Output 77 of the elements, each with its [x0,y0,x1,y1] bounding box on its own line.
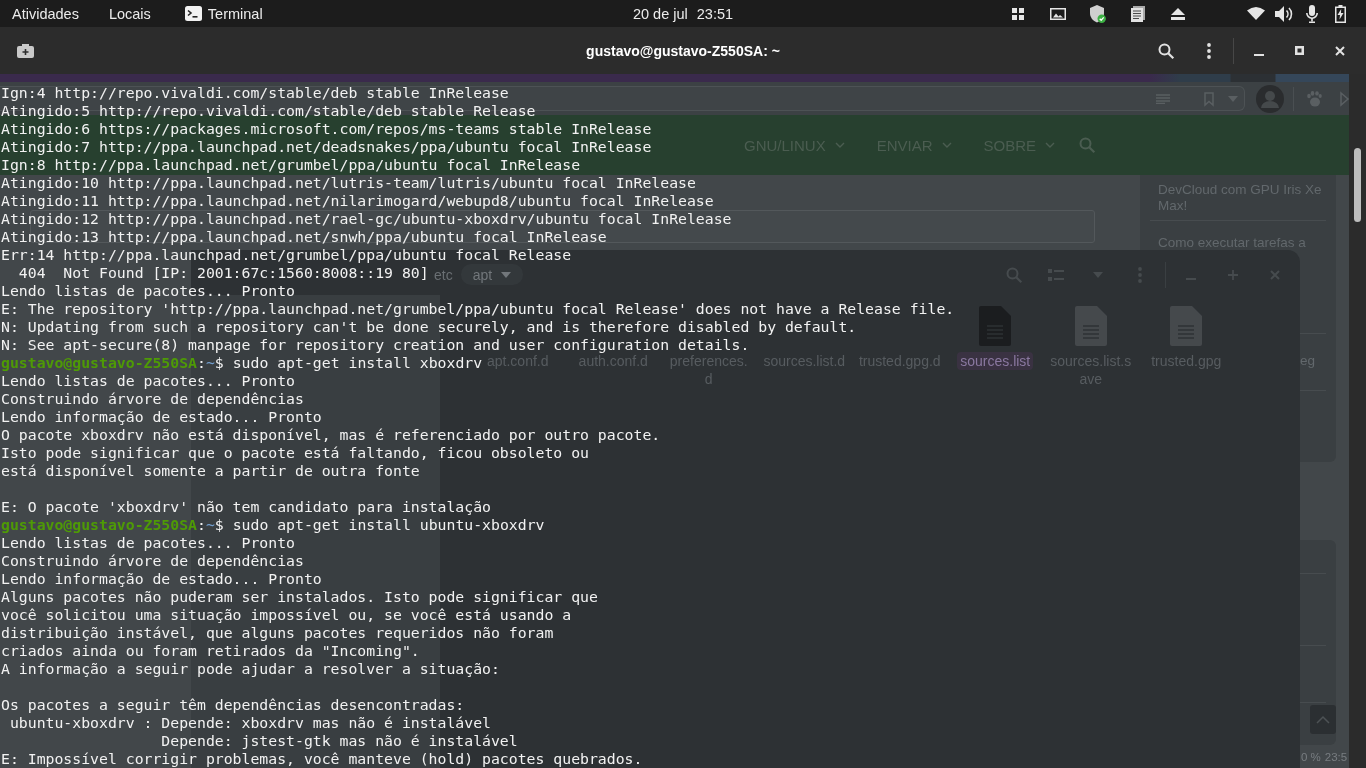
terminal-line: Atingido:7 http://ppa.launchpad.net/deadsnakes/ppa/ubuntu focal InRelease [1,138,652,156]
terminal-line: Alguns pacotes não puderam ser instalados. Isto pode significar que [1,588,598,606]
path-button[interactable]: etc [432,264,455,285]
terminal-line: você solicitou uma situação impossível ou, se você está usando a [1,606,572,624]
shield-check-icon[interactable] [1090,4,1106,23]
terminal-line: E: The repository 'http://ppa.launchpad.net/grumbel/ppa/ubuntu focal Release' does not have a Release file. [1,300,955,318]
terminal-line: Atingido:6 https://packages.microsoft.com/repos/ms-teams stable InRelease [1,120,652,138]
scrollbar[interactable] [1349,74,1366,768]
terminal-line: Atingido:12 http://ppa.launchpad.net/rael-gc/ubuntu-xboxdrv/ubuntu focal InRelease [1,210,732,228]
text-lines-icon[interactable] [1156,93,1170,104]
volume-icon[interactable] [1275,5,1293,22]
chevron-down-icon[interactable] [1045,142,1056,148]
chevron-down-icon[interactable] [941,142,952,148]
terminal-line: Lendo informação de estado... Pronto [1,408,322,426]
caret-down-icon[interactable] [501,271,512,278]
terminal-line: está disponível somente a partir de outra fonte [1,462,420,480]
scroll-to-top-button[interactable] [1310,705,1336,734]
terminal-line: E: Impossível corrigir problemas, você manteve (hold) pacotes quebrados. [1,750,643,768]
list-view-icon[interactable] [1048,268,1064,281]
terminal-line: Os pacotes a seguir têm dependências desencontradas: [1,696,465,714]
terminal-line: N: Updating from such a repository can't be done securely, and is therefore disabled by default. [1,318,857,336]
terminal-line: Atingido:11 http://ppa.launchpad.net/nilarimogard/webupd8/ubuntu focal InRelease [1,192,714,210]
caret-down-icon[interactable] [1093,271,1103,278]
terminal-line: ubuntu-xboxdrv : Depende: xboxdrv mas não é instalável [8,714,491,732]
plus-icon[interactable] [1228,269,1238,280]
document-icon[interactable] [1170,306,1203,346]
apps-grid-icon[interactable] [1012,7,1024,20]
paw-icon[interactable] [1306,90,1322,107]
chevron-down-icon[interactable] [834,142,845,148]
terminal-line: Lendo listas de pacotes... Pronto [1,534,295,552]
caret-down-icon[interactable] [1228,95,1238,102]
terminal-line: Lendo informação de estado... Pronto [1,570,322,588]
play-icon[interactable] [1340,91,1349,106]
wifi-icon[interactable] [1247,7,1265,20]
terminal-line: Err:14 http://ppa.launchpad.net/grumbel/ppa/ubuntu focal Release [1,246,572,264]
terminal-line: Lendo listas de pacotes... Pronto [1,372,295,390]
file-item[interactable]: sources.list [957,295,1034,370]
image-icon[interactable] [1050,7,1066,20]
prompt-line: gustavo@gustavo-Z550SA:~$ sudo apt-get install ubuntu-xboxdrv [1,516,545,534]
app-menu-button[interactable]: Terminal [172,0,275,27]
terminal-line: Atingido:5 http://repo.vivaldi.com/stable/deb stable Release [1,102,536,120]
chevron-up-icon[interactable] [1316,715,1330,724]
path-button[interactable]: apt [460,264,524,285]
menu-icon[interactable] [1207,42,1211,59]
microphone-icon[interactable] [1306,4,1318,23]
activities-button[interactable]: Atividades [0,0,91,27]
terminal-line: Construindo árvore de dependências [1,390,304,408]
terminal-line: O pacote xboxdrv não está disponível, mas é referenciado por outro pacote. [1,426,661,444]
terminal-line: N: See apt-secure(8) manpage for repository creation and user configuration details. [1,336,750,354]
terminal-line: Depende: jstest-gtk mas não é instalável [160,732,518,750]
terminal-line: Lendo listas de pacotes... Pronto [1,282,295,300]
bookmark-icon[interactable] [1204,91,1214,106]
terminal-line: E: O pacote 'xboxdrv' não tem candidato para instalação [1,498,491,516]
documents-icon[interactable] [1131,5,1145,22]
terminal-line: A informação a seguir pode ajudar a resolver a situação: [1,660,500,678]
search-icon[interactable] [1158,42,1174,59]
document-icon[interactable] [1074,306,1107,346]
terminal-line: Ign:4 http://repo.vivaldi.com/stable/deb stable InRelease [1,84,509,102]
eject-icon[interactable] [1171,7,1185,20]
window-title: gustavo@gustavo-Z550SA: ~ [586,42,780,59]
maximize-icon[interactable] [1294,46,1304,55]
avatar-icon[interactable] [1256,84,1284,113]
terminal-line: Isto pode significar que o pacote está faltando, ficou obsoleto ou [1,444,589,462]
terminal-line: criados ainda ou foram retirados da "Incoming". [1,642,420,660]
terminal-icon[interactable] [184,6,202,21]
terminal-line: Atingido:10 http://ppa.launchpad.net/lutris-team/lutris/ubuntu focal InRelease [1,174,696,192]
clock-button[interactable]: 20 de jul 23:51 [620,0,746,27]
terminal-line: Construindo árvore de dependências [1,552,304,570]
new-tab-icon[interactable] [16,43,34,58]
battery-charging-icon[interactable] [1334,4,1346,23]
terminal-line: Ign:8 http://ppa.launchpad.net/grumbel/ppa/ubuntu focal InRelease [1,156,581,174]
terminal-line: distribuição instável, que alguns pacotes requeridos não foram [1,624,554,642]
terminal-line: Atingido:13 http://ppa.launchpad.net/snwh/ppa/ubuntu focal InRelease [1,228,607,246]
minimize-icon[interactable] [1254,53,1264,56]
places-button[interactable]: Locais [96,0,163,27]
terminal-line: 404 Not Found [IP: 2001:67c:1560:8008::19 80] [17,264,429,282]
prompt-line: gustavo@gustavo-Z550SA:~$ sudo apt-get install xboxdrv [1,354,483,372]
